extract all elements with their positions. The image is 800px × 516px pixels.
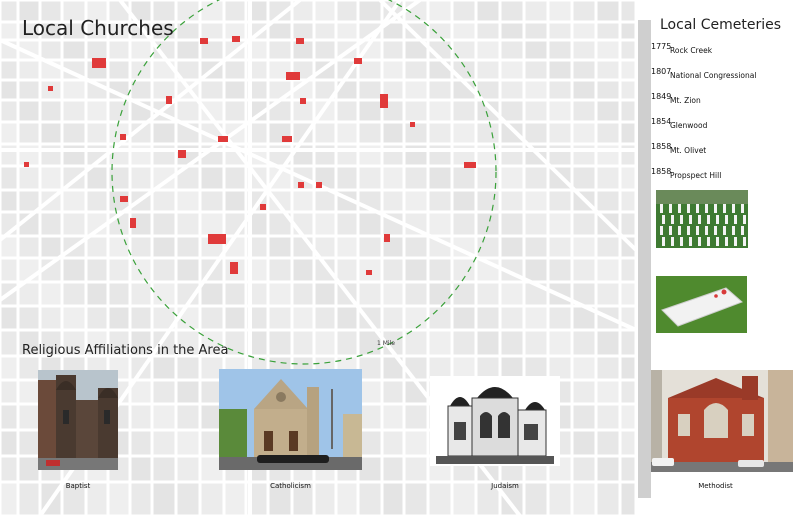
cemetery-year: 1775 (651, 42, 672, 51)
church-marker (130, 218, 136, 228)
synagogue-photo (430, 376, 560, 466)
cemetery-year: 1858 (651, 167, 672, 176)
church-marker (200, 38, 208, 44)
church-marker (300, 98, 306, 104)
cemetery-year: 1849 (651, 92, 672, 101)
panel-divider (638, 20, 651, 498)
cemetery-name: National Congressional (670, 71, 757, 80)
poster: 1 Mile Local Churches Religious Affiliat… (0, 0, 800, 516)
church-marker (178, 150, 186, 158)
catholicism-caption: Catholicism (270, 482, 311, 490)
cemetery-graves-photo (656, 190, 748, 248)
grave-slab-photo (656, 276, 747, 333)
methodist-caption: Methodist (698, 482, 733, 490)
church-marker (208, 234, 226, 244)
catholic-church-photo (219, 369, 362, 470)
baptist-church-photo (38, 370, 118, 470)
cemetery-year: 1854 (651, 117, 672, 126)
church-marker (120, 134, 126, 140)
church-marker (232, 36, 240, 42)
cemetery-name: Glenwood (670, 121, 708, 130)
church-marker (296, 38, 304, 44)
cemetery-year: 1858 (651, 142, 672, 151)
church-marker (92, 58, 106, 68)
cemetery-item: 1854 Glenwood (651, 117, 800, 142)
cemetery-item: 1858 Mt. Olivet (651, 142, 800, 167)
cemetery-year: 1807 (651, 67, 672, 76)
cemetery-item: 1849 Mt. Zion (651, 92, 800, 117)
church-marker (24, 162, 29, 167)
church-marker (260, 204, 266, 210)
church-marker (282, 136, 292, 142)
affiliations-title: Religious Affiliations in the Area (22, 343, 229, 358)
cemetery-list: 1775 Rock Creek 1807 National Congressio… (651, 42, 800, 192)
baptist-caption: Baptist (65, 482, 91, 490)
cemetery-item: 1858 Propspect Hill (651, 167, 800, 192)
cemetery-name: Mt. Zion (670, 96, 701, 105)
church-marker (230, 262, 238, 274)
church-marker (410, 122, 415, 127)
cemetery-item: 1807 National Congressional (651, 67, 800, 92)
church-marker (380, 94, 388, 108)
cemetery-name: Mt. Olivet (670, 146, 707, 155)
church-marker (354, 58, 362, 64)
church-marker (298, 182, 304, 188)
cemetery-name: Rock Creek (670, 46, 713, 55)
cemetery-name: Propspect Hill (670, 171, 722, 180)
church-marker (464, 162, 476, 168)
church-marker (166, 96, 172, 104)
church-marker (120, 196, 128, 202)
cemeteries-title: Local Cemeteries (660, 17, 782, 33)
cemetery-item: 1775 Rock Creek (651, 42, 800, 67)
map-title: Local Churches (22, 16, 174, 40)
church-marker (316, 182, 322, 188)
judaism-caption: Judaism (491, 482, 519, 490)
church-marker (366, 270, 372, 275)
church-marker (48, 86, 53, 91)
church-marker (384, 234, 390, 242)
methodist-church-photo (638, 370, 793, 472)
church-marker (286, 72, 300, 80)
radius-label: 1 Mile (377, 340, 395, 347)
church-marker (218, 136, 228, 142)
